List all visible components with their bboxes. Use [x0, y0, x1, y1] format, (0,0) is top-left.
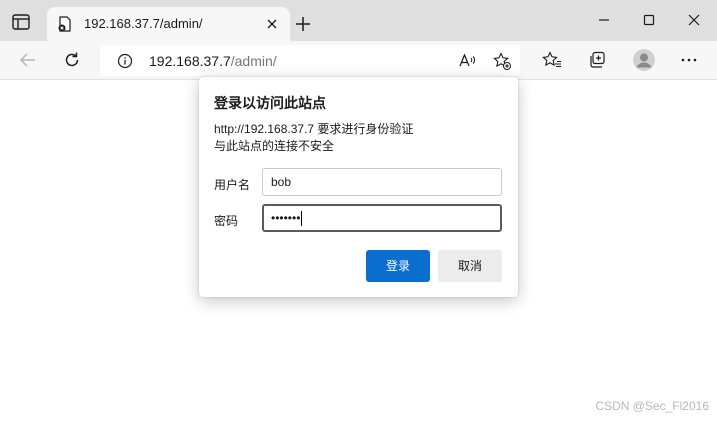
collections-icon[interactable]	[587, 50, 607, 70]
login-button[interactable]: 登录	[366, 250, 430, 282]
read-aloud-icon[interactable]	[457, 51, 477, 71]
back-icon[interactable]	[18, 50, 38, 70]
address-path: /admin/	[230, 53, 277, 69]
password-value: •••••••	[271, 211, 301, 225]
username-value: bob	[271, 175, 292, 189]
close-tab-icon[interactable]	[264, 16, 280, 32]
close-window-icon[interactable]	[684, 10, 704, 30]
browser-toolbar: 192.168.37.7/admin/	[0, 41, 717, 80]
browser-title-bar: 192.168.37.7/admin/	[0, 0, 717, 41]
address-bar[interactable]: 192.168.37.7/admin/	[100, 45, 520, 76]
address-url[interactable]: 192.168.37.7/admin/	[149, 53, 277, 69]
dialog-message: http://192.168.37.7 要求进行身份验证 与此站点的连接不安全	[214, 121, 413, 155]
watermark: CSDN @Sec_Fl2016	[595, 399, 709, 413]
profile-avatar[interactable]	[632, 48, 656, 72]
tab-title: 192.168.37.7/admin/	[84, 16, 203, 31]
minimize-icon[interactable]	[594, 10, 614, 30]
address-host: 192.168.37.7	[149, 53, 231, 69]
add-favorite-icon[interactable]	[492, 51, 512, 71]
password-field[interactable]: •••••••	[262, 204, 502, 232]
browser-tab[interactable]: 192.168.37.7/admin/	[47, 7, 290, 41]
dialog-message-line2: 与此站点的连接不安全	[214, 139, 335, 153]
favorites-icon[interactable]	[542, 50, 562, 70]
cancel-button[interactable]: 取消	[438, 250, 502, 282]
tab-actions-icon[interactable]	[10, 11, 32, 33]
dialog-title: 登录以访问此站点	[214, 95, 326, 111]
site-info-icon[interactable]	[117, 53, 133, 69]
username-label: 用户名	[214, 178, 251, 192]
more-options-icon[interactable]	[679, 50, 699, 70]
page-warning-icon	[57, 16, 73, 32]
maximize-icon[interactable]	[639, 10, 659, 30]
new-tab-icon[interactable]	[294, 15, 312, 33]
text-caret	[301, 211, 303, 227]
refresh-icon[interactable]	[62, 50, 82, 70]
auth-dialog: 登录以访问此站点 http://192.168.37.7 要求进行身份验证 与此…	[199, 77, 518, 297]
dialog-message-line1: http://192.168.37.7 要求进行身份验证	[214, 122, 414, 136]
password-label: 密码	[214, 214, 239, 228]
username-field[interactable]: bob	[262, 168, 502, 196]
